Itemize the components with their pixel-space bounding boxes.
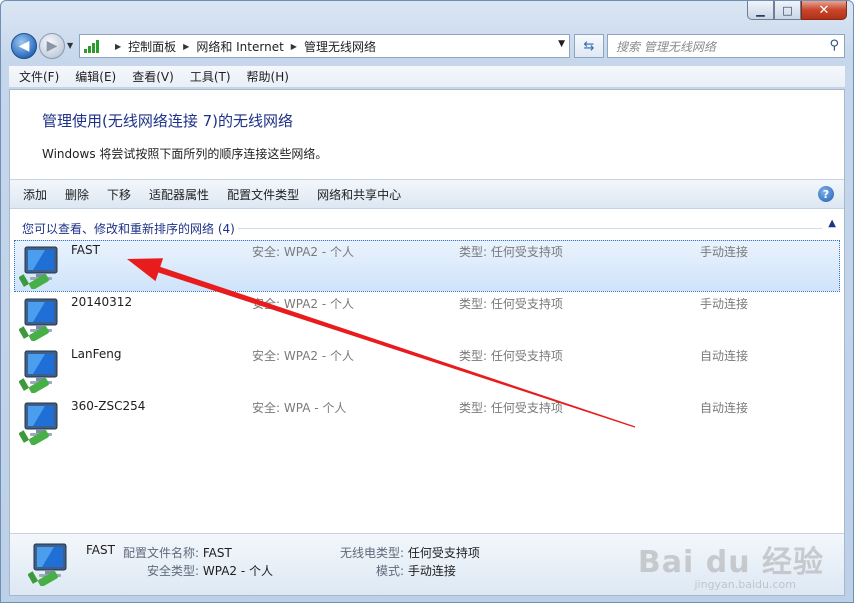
details-mode-field: 模式: 手动连接: [376, 562, 456, 579]
network-sharing-center-button[interactable]: 网络和共享中心: [308, 186, 410, 203]
search-placeholder: 搜索 管理无线网络: [616, 39, 716, 54]
adapter-properties-button[interactable]: 适配器属性: [140, 186, 218, 203]
page-description: Windows 将尝试按照下面所列的顺序连接这些网络。: [42, 147, 328, 161]
arrow-left-icon: ◀: [18, 38, 30, 54]
breadcrumb-separator-icon[interactable]: ▶: [291, 42, 297, 51]
details-radio-label: 无线电类型:: [340, 546, 405, 560]
details-security-label: 安全类型:: [147, 564, 200, 578]
network-control-panel-icon: [84, 39, 102, 53]
network-row[interactable]: 20140312 安全: WPA2 - 个人 类型: 任何受支持项 手动连接: [14, 292, 840, 344]
network-mode: 手动连接: [700, 245, 749, 259]
network-name: LanFeng: [71, 347, 122, 361]
network-row[interactable]: FAST 安全: WPA2 - 个人 类型: 任何受支持项 手动连接: [14, 240, 840, 292]
details-network-name: FAST: [86, 543, 115, 557]
search-input[interactable]: 搜索 管理无线网络 ⚲: [607, 34, 845, 58]
details-mode-label: 模式:: [376, 564, 405, 578]
wireless-network-icon: [18, 297, 65, 344]
refresh-icon: ⇆: [583, 38, 595, 54]
network-security: 安全: WPA2 - 个人: [252, 349, 354, 363]
close-button[interactable]: ✕: [801, 1, 847, 20]
remove-button[interactable]: 删除: [56, 186, 98, 203]
network-list: FAST 安全: WPA2 - 个人 类型: 任何受支持项 手动连接 20140…: [14, 240, 840, 448]
details-mode-value: 手动连接: [407, 564, 456, 578]
command-bar: 添加 删除 下移 适配器属性 配置文件类型 网络和共享中心 ?: [10, 179, 844, 209]
network-type: 类型: 任何受支持项: [459, 401, 563, 415]
details-pane: FAST 配置文件名称: FAST 安全类型: WPA2 - 个人 无线电类型:…: [10, 533, 844, 595]
minimize-button[interactable]: ▁: [747, 1, 774, 20]
watermark-logo: Bai du 经验: [637, 545, 824, 580]
menu-view[interactable]: 查看(V): [124, 68, 182, 85]
profile-types-button[interactable]: 配置文件类型: [218, 186, 308, 203]
help-icon[interactable]: ?: [818, 186, 834, 202]
network-security: 安全: WPA2 - 个人: [252, 297, 354, 311]
move-down-button[interactable]: 下移: [98, 186, 140, 203]
menu-help[interactable]: 帮助(H): [239, 68, 297, 85]
details-radio-value: 任何受支持项: [407, 546, 480, 560]
group-header: 您可以查看、修改和重新排序的网络 (4): [22, 222, 235, 236]
maximize-button[interactable]: □: [774, 1, 801, 20]
details-security-field: 安全类型: WPA2 - 个人: [147, 562, 273, 579]
address-bar[interactable]: ▶ 控制面板 ▶ 网络和 Internet ▶ 管理无线网络 ▼: [79, 34, 570, 58]
breadcrumb-control-panel[interactable]: 控制面板: [128, 38, 176, 55]
network-mode: 自动连接: [700, 349, 749, 363]
group-divider: [238, 228, 822, 229]
breadcrumb-separator-icon[interactable]: ▶: [183, 42, 189, 51]
network-security: 安全: WPA2 - 个人: [252, 245, 354, 259]
details-profile-value: FAST: [202, 546, 232, 560]
watermark-url: jingyan.baidu.com: [694, 578, 796, 591]
arrow-right-icon: ▶: [46, 38, 58, 54]
menu-edit[interactable]: 编辑(E): [67, 68, 124, 85]
network-type: 类型: 任何受支持项: [459, 297, 563, 311]
breadcrumb-manage-wireless[interactable]: 管理无线网络: [304, 38, 376, 55]
wireless-network-icon: [27, 542, 74, 589]
address-dropdown-icon[interactable]: ▼: [558, 39, 565, 49]
search-icon[interactable]: ⚲: [829, 38, 839, 53]
page-title: 管理使用(无线网络连接 7)的无线网络: [42, 112, 294, 130]
details-profile-field: 配置文件名称: FAST: [123, 544, 232, 561]
details-profile-label: 配置文件名称:: [123, 546, 200, 560]
network-name: 20140312: [71, 295, 133, 309]
network-name: FAST: [71, 243, 100, 257]
content-pane: 管理使用(无线网络连接 7)的无线网络 Windows 将尝试按照下面所列的顺序…: [9, 89, 845, 596]
network-name: 360-ZSC254: [71, 399, 146, 413]
collapse-group-icon[interactable]: ▲: [828, 218, 836, 229]
recent-pages-dropdown[interactable]: ▼: [67, 41, 73, 50]
window-frame: ▁ □ ✕ ◀ ▶ ▼ ▶ 控制面板 ▶ 网络和 Internet ▶ 管理无线…: [0, 0, 854, 603]
back-button[interactable]: ◀: [11, 33, 37, 59]
network-row[interactable]: LanFeng 安全: WPA2 - 个人 类型: 任何受支持项 自动连接: [14, 344, 840, 396]
menu-bar: 文件(F) 编辑(E) 查看(V) 工具(T) 帮助(H): [9, 66, 845, 88]
wireless-network-icon: [18, 401, 65, 448]
wireless-network-icon: [18, 245, 65, 292]
refresh-button[interactable]: ⇆: [574, 34, 604, 58]
menu-file[interactable]: 文件(F): [11, 68, 67, 85]
network-security: 安全: WPA - 个人: [252, 401, 347, 415]
menu-tools[interactable]: 工具(T): [182, 68, 239, 85]
breadcrumb-separator-icon[interactable]: ▶: [115, 42, 121, 51]
forward-button[interactable]: ▶: [39, 33, 65, 59]
network-mode: 手动连接: [700, 297, 749, 311]
network-row[interactable]: 360-ZSC254 安全: WPA - 个人 类型: 任何受支持项 自动连接: [14, 396, 840, 448]
network-type: 类型: 任何受支持项: [459, 349, 563, 363]
network-type: 类型: 任何受支持项: [459, 245, 563, 259]
network-mode: 自动连接: [700, 401, 749, 415]
wireless-network-icon: [18, 349, 65, 396]
breadcrumb-network-internet[interactable]: 网络和 Internet: [196, 38, 283, 55]
details-security-value: WPA2 - 个人: [202, 564, 274, 578]
navigation-bar: ◀ ▶ ▼ ▶ 控制面板 ▶ 网络和 Internet ▶ 管理无线网络 ▼ ⇆…: [9, 31, 845, 61]
add-button[interactable]: 添加: [14, 186, 56, 203]
caption-buttons: ▁ □ ✕: [747, 1, 847, 20]
details-radio-field: 无线电类型: 任何受支持项: [340, 544, 480, 561]
